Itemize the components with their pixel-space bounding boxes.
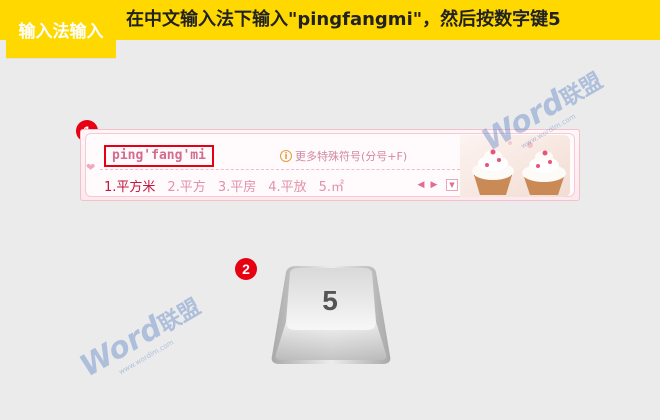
divider [100, 169, 460, 170]
candidate-4[interactable]: 4.平放 [268, 176, 306, 195]
cupcakes-skin-image [460, 135, 570, 197]
candidate-5[interactable]: 5.㎡ [319, 176, 344, 195]
candidate-3[interactable]: 3.平房 [218, 176, 256, 195]
candidate-2[interactable]: 2.平方 [167, 176, 205, 195]
hint-label: 更多特殊符号(分号+F) [295, 150, 408, 163]
step-badge-2: 2 [235, 258, 257, 280]
keyboard-key-5[interactable]: 5 [268, 264, 394, 368]
pager: ◀ ▶ ▼ [416, 179, 458, 191]
menu-dropdown-icon[interactable]: ▼ [446, 179, 458, 191]
instruction-text: 在中文输入法下输入"pingfangmi"，然后按数字键5 [126, 9, 561, 30]
heart-icon: ❤ [86, 161, 96, 174]
ime-panel: ❤ ping'fang'mi i 更多特殊符号(分号+F) 1.平方米 2.平方… [85, 133, 575, 197]
key-label: 5 [322, 285, 338, 316]
next-page-icon[interactable]: ▶ [429, 179, 439, 191]
section-tag: 输入法输入 [6, 0, 116, 58]
candidate-1[interactable]: 1.平方米 [104, 176, 155, 195]
special-symbols-hint[interactable]: i 更多特殊符号(分号+F) [280, 148, 407, 164]
composition-string: ping'fang'mi [104, 145, 214, 167]
prev-page-icon[interactable]: ◀ [416, 179, 426, 191]
watermark-logo: Word联盟 www.wordlm.com [74, 294, 206, 385]
candidate-list: 1.平方米 2.平方 3.平房 4.平放 5.㎡ [104, 176, 344, 195]
ime-candidate-window: ❤ ping'fang'mi i 更多特殊符号(分号+F) 1.平方米 2.平方… [80, 129, 580, 201]
info-icon: i [280, 150, 292, 162]
